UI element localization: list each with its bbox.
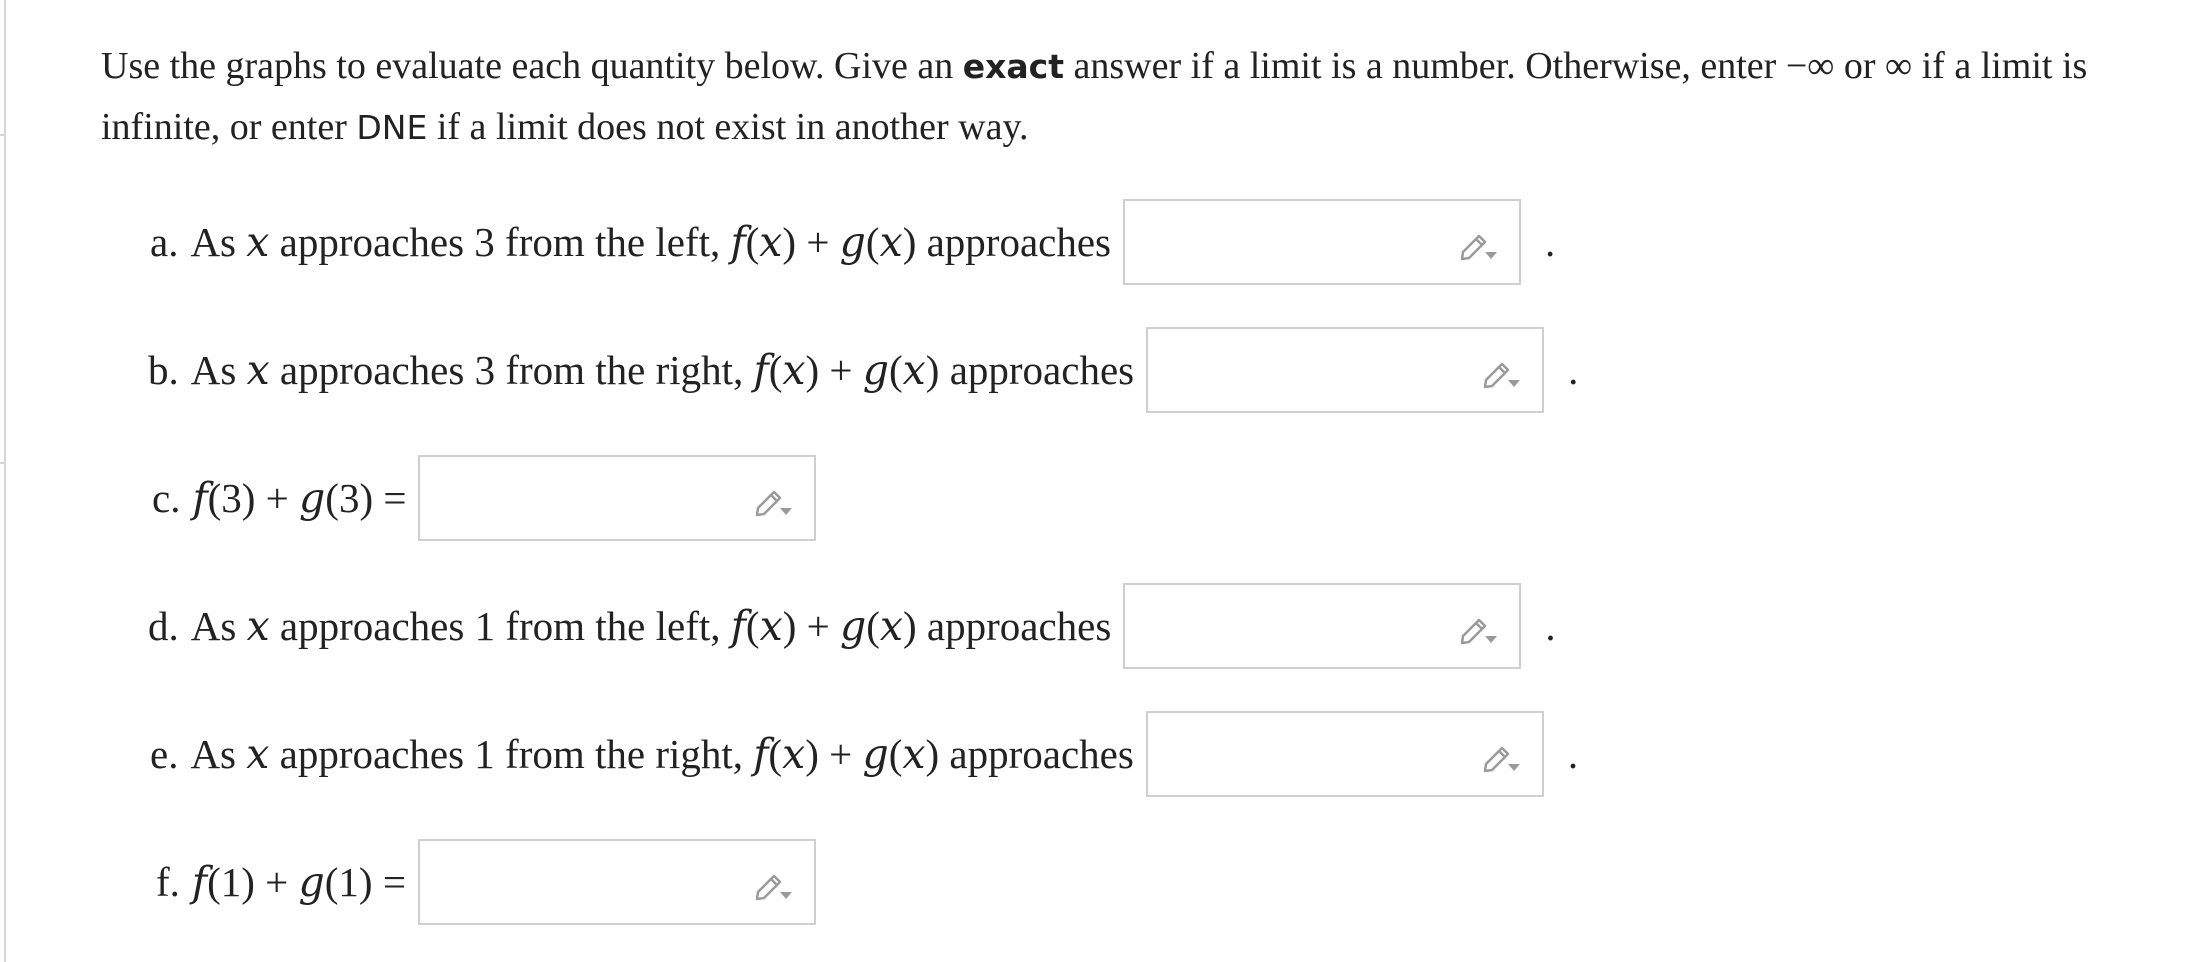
trailing-period: . [1567,731,1579,777]
trailing-period: . [1568,347,1579,393]
pencil-dropdown-icon[interactable] [752,482,794,518]
answer-input-b[interactable] [1146,327,1545,413]
question-label: a. [150,219,179,265]
question-text: As 𝑥 approaches 3 from the right, 𝑓(𝑥) +… [190,347,1135,393]
instructions-text: if a limit does not exist in another way… [427,106,1029,148]
pencil-dropdown-icon[interactable] [1457,226,1499,262]
trailing-period: . [1545,603,1556,649]
question-b: b. As 𝑥 approaches 3 from the right, 𝑓(𝑥… [148,326,1578,414]
exact-keyword: exact [962,47,1065,86]
question-text: As 𝑥 approaches 1 from the right, 𝑓(𝑥) +… [190,731,1134,777]
question-label: b. [148,347,179,393]
dne-keyword: DNE [356,108,428,147]
negative-infinity: −∞ [1785,45,1835,87]
question-d: d. As 𝑥 approaches 1 from the left, 𝑓(𝑥)… [148,582,1556,670]
instructions-text: answer if a limit is a number. Otherwise… [1064,45,1786,87]
question-text: As 𝑥 approaches 1 from the left, 𝑓(𝑥) + … [190,603,1112,649]
instructions-text: or [1834,45,1886,87]
question-f: f. 𝑓(1) + 𝑔(1) = [156,838,816,926]
question-text: As 𝑥 approaches 3 from the left, 𝑓(𝑥) + … [190,219,1112,265]
question-label: c. [152,475,181,521]
positive-infinity: ∞ [1885,45,1913,87]
question-text: 𝑓(3) + 𝑔(3) = [192,475,407,521]
question-label: d. [148,603,179,649]
left-border-tick [0,462,6,464]
pencil-dropdown-icon[interactable] [1457,610,1499,646]
pencil-dropdown-icon[interactable] [1480,738,1522,774]
question-text: 𝑓(1) + 𝑔(1) = [191,859,406,905]
left-border-tick [0,134,6,136]
question-a: a. As 𝑥 approaches 3 from the left, 𝑓(𝑥)… [150,198,1555,286]
question-c: c. 𝑓(3) + 𝑔(3) = [152,454,817,542]
answer-input-f[interactable] [417,839,816,925]
instructions-text: Use the graphs to evaluate each quantity… [101,45,963,87]
trailing-period: . [1545,219,1556,265]
answer-input-a[interactable] [1123,199,1522,285]
answer-input-e[interactable] [1145,711,1544,797]
answer-input-d[interactable] [1123,583,1522,669]
question-label: f. [156,859,180,905]
question-e: e. As 𝑥 approaches 1 from the right, 𝑓(𝑥… [150,710,1578,798]
question-label: e. [150,731,179,777]
answer-input-c[interactable] [418,455,817,541]
pencil-dropdown-icon[interactable] [752,866,794,902]
instructions: Use the graphs to evaluate each quantity… [101,36,2191,158]
pencil-dropdown-icon[interactable] [1480,354,1522,390]
left-border [4,0,6,962]
